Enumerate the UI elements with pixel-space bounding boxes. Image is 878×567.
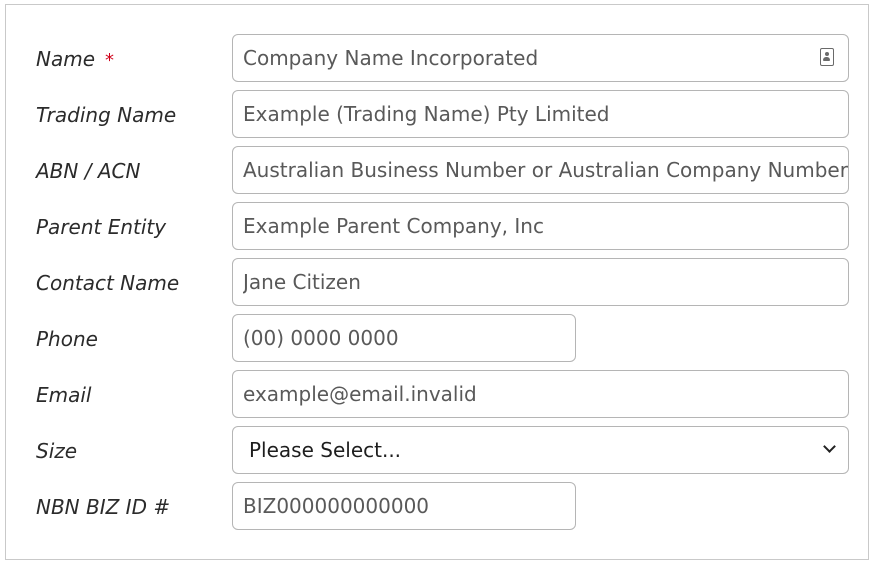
contact-name-label: Contact Name	[36, 271, 180, 295]
parent-entity-label: Parent Entity	[36, 215, 167, 239]
parent-entity-input-value: Example Parent Company, Inc	[243, 214, 544, 238]
phone-label: Phone	[36, 327, 98, 351]
size-select-value: Please Select...	[249, 438, 402, 462]
nbn-biz-id-label: NBN BIZ ID #	[36, 495, 171, 519]
phone-row: Phone (00) 0000 0000	[6, 314, 870, 364]
name-label: Name *	[36, 47, 115, 71]
size-select[interactable]: Please Select...	[232, 426, 849, 474]
name-input-value: Company Name Incorporated	[243, 46, 539, 70]
abn-acn-row: ABN / ACN Australian Business Number or …	[6, 146, 870, 196]
contact-name-input[interactable]: Jane Citizen	[232, 258, 849, 306]
nbn-biz-id-row: NBN BIZ ID # BIZ000000000000	[6, 482, 870, 532]
phone-input-value: (00) 0000 0000	[243, 326, 399, 350]
size-row: Size Please Select...	[6, 426, 870, 476]
parent-entity-input[interactable]: Example Parent Company, Inc	[232, 202, 849, 250]
trading-name-input-value: Example (Trading Name) Pty Limited	[243, 102, 610, 126]
email-input-value: example@email.invalid	[243, 382, 477, 406]
contact-name-row: Contact Name Jane Citizen	[6, 258, 870, 308]
trading-name-input[interactable]: Example (Trading Name) Pty Limited	[232, 90, 849, 138]
name-row: Name * Company Name Incorporated	[6, 34, 870, 84]
contact-card-icon[interactable]	[820, 48, 834, 66]
email-row: Email example@email.invalid	[6, 370, 870, 420]
abn-acn-input-value: Australian Business Number or Australian…	[243, 158, 848, 182]
nbn-biz-id-input[interactable]: BIZ000000000000	[232, 482, 576, 530]
abn-acn-input[interactable]: Australian Business Number or Australian…	[232, 146, 849, 194]
phone-input[interactable]: (00) 0000 0000	[232, 314, 576, 362]
email-input[interactable]: example@email.invalid	[232, 370, 849, 418]
name-input[interactable]: Company Name Incorporated	[232, 34, 849, 82]
parent-entity-row: Parent Entity Example Parent Company, In…	[6, 202, 870, 252]
abn-acn-label: ABN / ACN	[36, 159, 141, 183]
business-details-form: Name * Company Name Incorporated Trading …	[5, 4, 869, 560]
contact-name-input-value: Jane Citizen	[243, 270, 361, 294]
email-label: Email	[36, 383, 92, 407]
size-label: Size	[36, 439, 78, 463]
trading-name-row: Trading Name Example (Trading Name) Pty …	[6, 90, 870, 140]
required-asterisk: *	[105, 50, 115, 71]
nbn-biz-id-input-value: BIZ000000000000	[243, 494, 430, 518]
trading-name-label: Trading Name	[36, 103, 177, 127]
